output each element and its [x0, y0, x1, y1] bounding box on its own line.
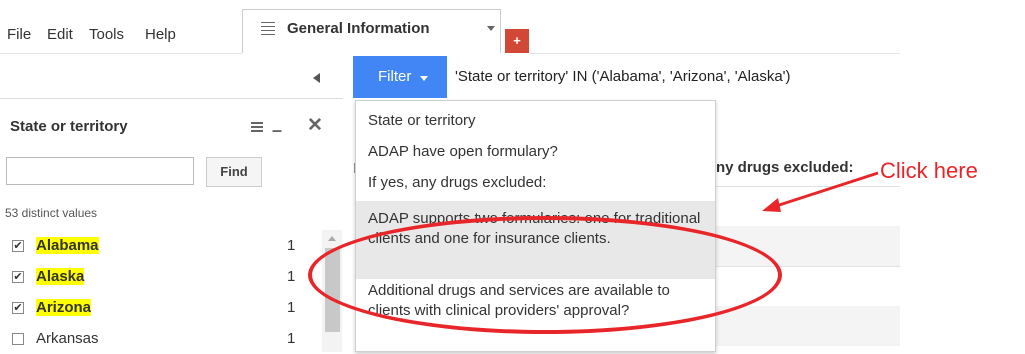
- menu-edit[interactable]: Edit: [47, 26, 73, 43]
- value-row-arizona[interactable]: ✔ Arizona 1: [12, 299, 312, 323]
- annotation-arrow-icon: [762, 171, 879, 212]
- chevron-down-icon[interactable]: [487, 26, 495, 31]
- value-count: 1: [287, 237, 296, 254]
- find-button[interactable]: Find: [206, 157, 262, 187]
- value-label: Arkansas: [36, 330, 99, 347]
- scroll-up-icon[interactable]: [328, 236, 336, 241]
- list-icon: [261, 22, 275, 38]
- panel-divider: [0, 98, 343, 99]
- value-row-arkansas[interactable]: Arkansas 1: [12, 330, 312, 354]
- value-row-alabama[interactable]: ✔ Alabama 1: [12, 237, 312, 261]
- table-row: [716, 306, 900, 346]
- menu-help[interactable]: Help: [145, 26, 176, 43]
- value-label: Alaska: [36, 268, 85, 285]
- value-count: 1: [287, 299, 296, 316]
- value-count: 1: [287, 268, 296, 285]
- toolbar-divider: [530, 53, 900, 54]
- toolbar-divider: [0, 53, 242, 54]
- menu-item[interactable]: ADAP have open formulary?: [356, 142, 715, 162]
- checkbox-checked[interactable]: ✔: [12, 271, 24, 283]
- menu-tools[interactable]: Tools: [89, 26, 124, 43]
- value-search-input[interactable]: [6, 157, 194, 185]
- value-row-alaska[interactable]: ✔ Alaska 1: [12, 268, 312, 292]
- checkbox-checked[interactable]: ✔: [12, 240, 24, 252]
- annotation-label: Click here: [880, 158, 978, 183]
- chevron-down-icon: [420, 76, 428, 81]
- value-count: 1: [287, 330, 296, 347]
- checkbox-checked[interactable]: ✔: [12, 302, 24, 314]
- filter-button[interactable]: Filter: [353, 56, 447, 98]
- filter-expression: 'State or territory' IN ('Alabama', 'Ari…: [455, 68, 791, 85]
- panel-title: State or territory: [10, 118, 128, 135]
- collapse-panel-icon[interactable]: [313, 73, 320, 83]
- highlight-ellipse: [308, 216, 782, 334]
- value-label: Arizona: [36, 299, 92, 316]
- checkbox-unchecked[interactable]: [12, 333, 24, 345]
- tab-title: General Information: [287, 20, 430, 37]
- add-tab-button[interactable]: +: [505, 29, 529, 53]
- minimize-icon[interactable]: –: [272, 120, 282, 141]
- tab-general-information[interactable]: General Information: [242, 9, 501, 53]
- menu-item[interactable]: If yes, any drugs excluded:: [356, 173, 715, 193]
- value-label: Alabama: [36, 237, 99, 254]
- menu-icon[interactable]: [251, 122, 263, 134]
- menu-file[interactable]: File: [7, 26, 31, 43]
- close-icon[interactable]: ✕: [307, 114, 323, 137]
- distinct-values-count: 53 distinct values: [5, 206, 98, 220]
- filter-button-label: Filter: [378, 68, 412, 85]
- menu-item[interactable]: State or territory: [356, 111, 715, 131]
